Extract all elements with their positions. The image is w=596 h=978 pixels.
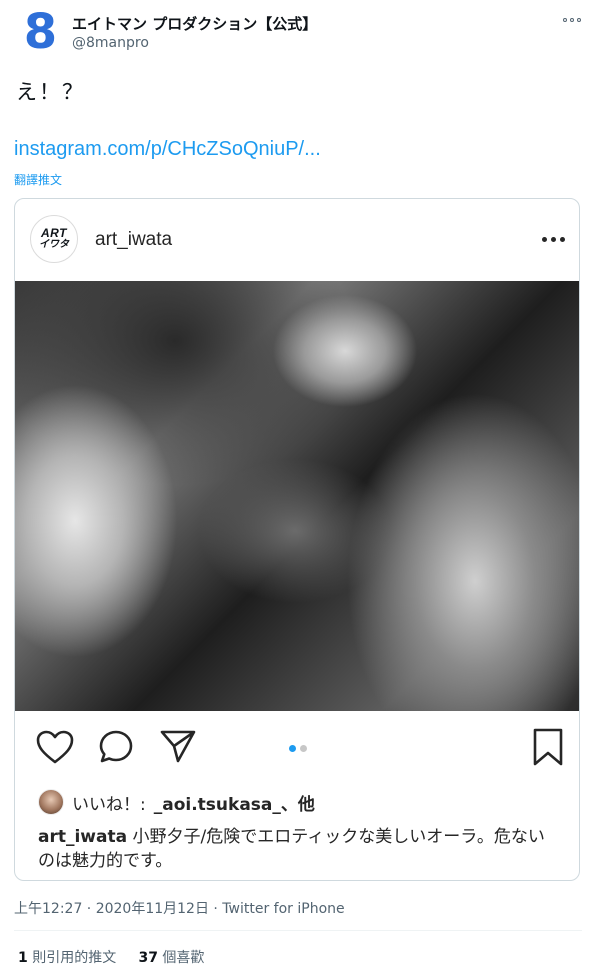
comment-icon[interactable]: [97, 728, 135, 766]
liker-username[interactable]: _aoi.tsukasa_: [154, 795, 281, 815]
embed-avatar[interactable]: ART イワタ: [30, 215, 78, 263]
more-options-icon[interactable]: [562, 14, 582, 26]
likes-row: いいね！: _aoi.tsukasa_、他: [38, 789, 315, 815]
profile-avatar[interactable]: 8: [16, 8, 64, 56]
tweet-timestamp[interactable]: 上午12:27 · 2020年11月12日 · Twitter for iPho…: [14, 898, 345, 918]
bookmark-icon[interactable]: [531, 727, 565, 767]
likes-stat[interactable]: 37 個喜歡: [138, 950, 204, 966]
likes-prefix: いいね！:: [72, 794, 146, 815]
tweet-link[interactable]: instagram.com/p/CHcZSoQniuP/...: [14, 138, 321, 161]
embed-more-icon[interactable]: [542, 237, 565, 242]
embed-username[interactable]: art_iwata: [95, 229, 172, 251]
carousel-indicator[interactable]: [289, 745, 307, 752]
tweet-stats: 1 則引用的推文 37 個喜歡: [18, 947, 204, 967]
display-name[interactable]: エイトマン プロダクション【公式】: [72, 13, 317, 34]
likes-suffix: 、他: [280, 794, 315, 815]
quote-tweets-stat[interactable]: 1 則引用的推文: [18, 950, 116, 966]
divider: [14, 930, 582, 931]
embed-header: ART イワタ art_iwata: [15, 199, 579, 281]
heart-icon[interactable]: [35, 729, 75, 765]
instagram-embed-card[interactable]: ART イワタ art_iwata いいね！: _aoi.tsukasa_、他 …: [14, 198, 580, 881]
liker-avatar[interactable]: [38, 789, 64, 815]
embed-caption: art_iwata 小野夕子/危険でエロティックな美しいオーラ。危ないのは魅力的…: [38, 825, 558, 873]
share-icon[interactable]: [158, 727, 198, 765]
translate-tweet-link[interactable]: 翻譯推文: [14, 171, 62, 188]
avatar-logo-8: 8: [23, 4, 57, 60]
embed-photo[interactable]: [15, 281, 579, 711]
caption-username[interactable]: art_iwata: [38, 827, 127, 847]
tweet-text: え！？: [16, 80, 85, 104]
user-handle[interactable]: @8manpro: [72, 35, 149, 51]
